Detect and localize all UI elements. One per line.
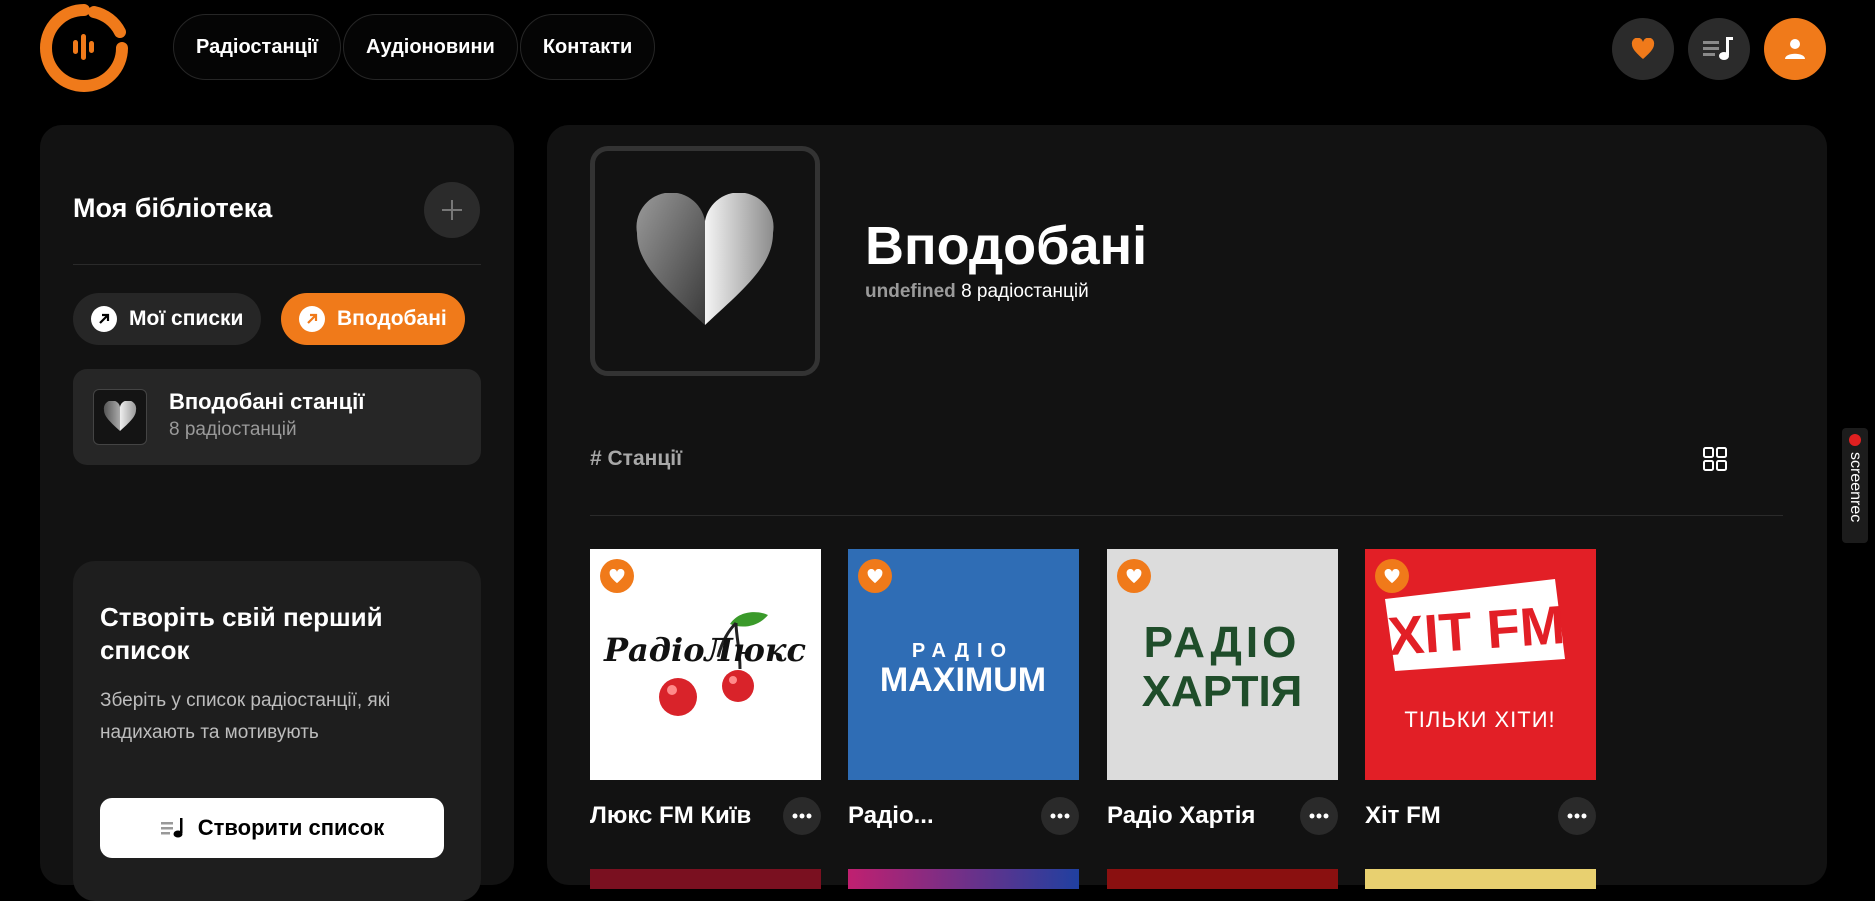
tab-liked-label: Вподобані [337,307,447,330]
record-dot-icon [1849,434,1861,446]
liked-heart-icon [636,193,774,325]
main-nav: Радіостанції Аудіоновини Контакти [173,14,656,80]
nav-radio-stations[interactable]: Радіостанції [173,14,342,80]
station-logo-text: ТІЛЬКИ ХІТИ! [1404,707,1555,732]
station-logo-text: РАДІО [912,640,1014,662]
add-list-button[interactable] [424,182,480,238]
promo-text: Зберіть у список радіостанції, які надих… [100,690,391,743]
station-logo-text: РАДІО [1144,618,1301,667]
more-options-button[interactable] [1558,797,1596,835]
profile-button[interactable] [1764,18,1826,80]
station-card[interactable]: ХІТ FM ТІЛЬКИ ХІТИ! Хіт FM [1365,549,1596,835]
station-name: Люкс FM Київ [590,802,752,829]
list-item[interactable]: Вподобані станції 8 радіостанцій [73,369,481,465]
tab-my-lists-label: Мої списки [129,307,244,330]
station-name: Радіо Хартія [1107,802,1256,829]
ellipsis-icon [1567,813,1587,819]
station-logo: РадіоЛюкс [590,549,821,780]
station-name: Радіо... [848,802,934,829]
station-logo: РАДІО MAXIMUM [848,549,1079,780]
radio-wave-logo-icon[interactable] [38,2,130,94]
station-logo: ХІТ FM ТІЛЬКИ ХІТИ! [1365,549,1596,780]
ellipsis-icon [1050,813,1070,819]
more-options-button[interactable] [783,797,821,835]
promo-title: Створіть свій перший список [100,602,383,665]
station-card[interactable]: РадіоЛюкс Люкс FM Київ [590,549,821,835]
arrow-up-right-icon [91,306,117,332]
library-sidebar: Моя бібліотека Мої списки Вподобані Впод… [40,125,514,901]
screen-recorder-badge[interactable]: screenrec [1842,428,1868,543]
favorite-toggle[interactable] [1375,559,1409,593]
playlist-icon [1703,37,1733,60]
playlist-cover [590,146,820,376]
plus-icon [442,200,462,220]
station-card-peek [1365,869,1596,889]
create-list-label: Створити список [197,815,385,840]
main-panel: Вподобані undefined 8 радіостанцій # Ста… [547,125,1827,889]
divider [590,515,1783,516]
divider [73,264,481,265]
more-options-button[interactable] [1041,797,1079,835]
station-card-peek [590,869,821,889]
station-logo-text: MAXIMUM [880,661,1046,699]
favorite-toggle[interactable] [1117,559,1151,593]
section-label: # Станції [590,447,682,470]
ellipsis-icon [1309,813,1329,819]
heart-icon [1126,568,1142,583]
station-card[interactable]: РАДІО ХАРТІЯ Радіо Хартія [1107,549,1338,835]
recorder-label: screenrec [1847,452,1864,523]
arrow-up-right-icon [299,306,325,332]
station-card-peek [848,869,1079,889]
station-card[interactable]: РАДІО MAXIMUM Радіо... [848,549,1079,835]
user-icon [1785,39,1805,59]
grid-view-icon[interactable] [1703,447,1727,471]
playlist-count: 8 радіостанцій [961,281,1089,302]
playlist-owner: undefined [865,281,956,302]
favorite-toggle[interactable] [858,559,892,593]
tab-liked[interactable]: Вподобані [281,293,465,345]
nav-contacts[interactable]: Контакти [519,14,656,80]
ellipsis-icon [792,813,812,819]
list-item-title: Вподобані станції [169,389,365,414]
tab-my-lists[interactable]: Мої списки [73,293,262,345]
station-logo-text: ХАРТІЯ [1142,667,1303,716]
station-logo-text: ХІТ FM [1386,595,1567,667]
station-logo-text: РадіоЛюкс [603,631,806,669]
heart-icon [1384,568,1400,583]
nav-audio-news[interactable]: Аудіоновини [343,14,518,80]
playlist-icon [160,818,183,838]
station-name: Хіт FM [1365,802,1441,829]
favorites-button[interactable] [1612,18,1674,80]
playlist-meta: undefined 8 радіостанцій [865,281,1089,303]
list-item-subtitle: 8 радіостанцій [169,419,297,440]
heart-icon [1631,38,1655,59]
liked-heart-icon [93,389,147,445]
create-list-button[interactable]: Створити список [100,798,444,858]
station-card-peek [1107,869,1338,889]
top-bar: Радіостанції Аудіоновини Контакти [0,0,1875,100]
favorite-toggle[interactable] [600,559,634,593]
more-options-button[interactable] [1300,797,1338,835]
create-list-promo: Створіть свій перший список Зберіть у сп… [73,561,481,901]
station-logo: РАДІО ХАРТІЯ [1107,549,1338,780]
library-title: Моя бібліотека [73,193,273,223]
page-title: Вподобані [865,216,1148,276]
heart-icon [867,568,883,583]
heart-icon [609,568,625,583]
queue-button[interactable] [1688,18,1750,80]
